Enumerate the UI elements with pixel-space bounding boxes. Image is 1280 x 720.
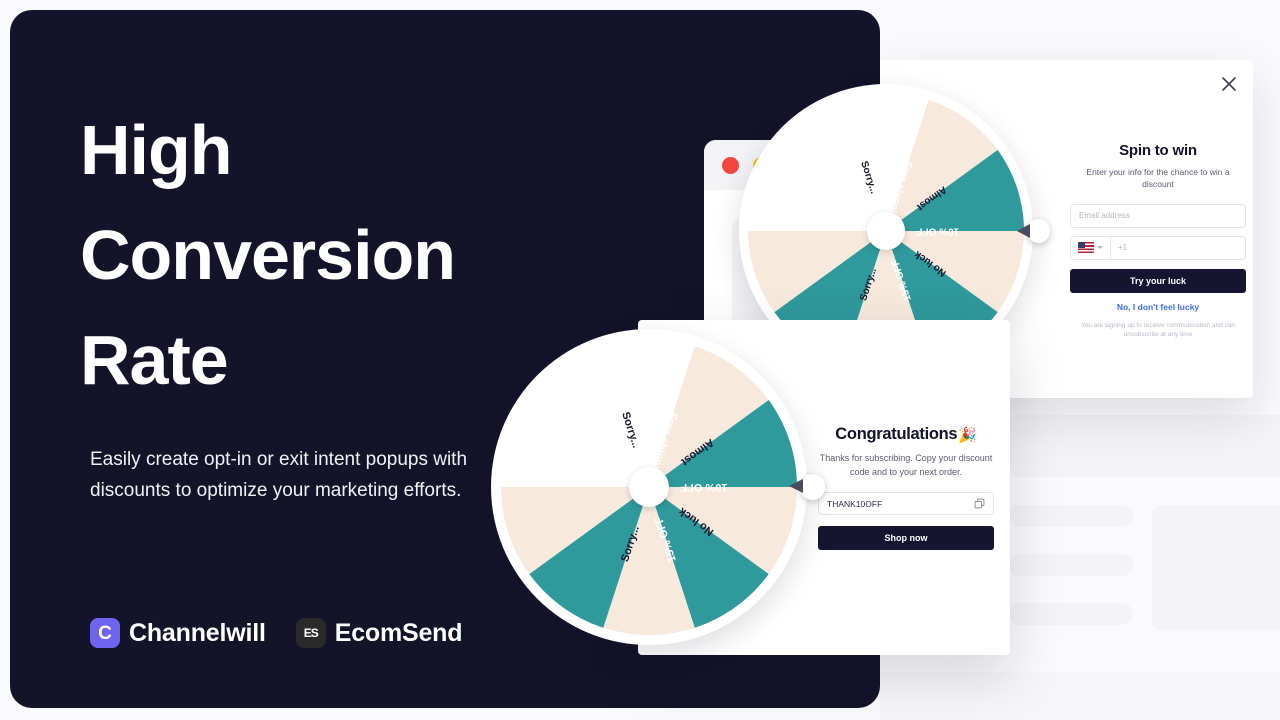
ecomsend-logo-icon: ES bbox=[295, 618, 326, 648]
channelwill-label: Channelwill bbox=[129, 618, 266, 647]
headline-line-1: High bbox=[80, 111, 233, 189]
skeleton-block-footer bbox=[880, 672, 1280, 720]
wheel-segment-label: Sorry... bbox=[619, 410, 642, 450]
email-field[interactable]: Email address bbox=[1070, 203, 1246, 228]
wheel-pointer-arrow bbox=[789, 479, 804, 494]
wheel-segment-label: Sorry... bbox=[858, 159, 880, 196]
chevron-down-icon bbox=[1097, 246, 1103, 250]
try-your-luck-button[interactable]: Try your luck bbox=[1070, 268, 1246, 293]
skeleton-block-topstrip bbox=[1008, 415, 1280, 477]
discount-code-value: THANK10OFF bbox=[827, 498, 883, 509]
skeleton-block-panel bbox=[1152, 505, 1280, 630]
popup-disclaimer: You are signing up to receive communicat… bbox=[1080, 321, 1236, 339]
congrats-title: Congratulations 🎉 bbox=[818, 425, 994, 444]
ecomsend-label: EcomSend bbox=[334, 618, 463, 647]
decline-link[interactable]: No, I don't feel lucky bbox=[1070, 302, 1246, 312]
brand-logo-row: C Channelwill ES EcomSend bbox=[90, 618, 463, 648]
wheel-hub bbox=[629, 467, 669, 507]
wheel-pointer-knob bbox=[1026, 219, 1051, 243]
skeleton-block-bar bbox=[1008, 505, 1133, 527]
wheel-pointer-knob bbox=[800, 474, 826, 500]
us-flag-icon bbox=[1078, 242, 1094, 254]
brand-channelwill: C Channelwill bbox=[90, 618, 266, 648]
shop-now-button[interactable]: Shop now bbox=[818, 526, 994, 550]
headline-line-2: Conversion bbox=[80, 216, 456, 294]
discount-code-field[interactable]: THANK10OFF bbox=[818, 492, 994, 515]
congrats-popup-content: Congratulations 🎉 Thanks for subscribing… bbox=[818, 425, 994, 550]
wheel-pointer-arrow bbox=[1016, 223, 1030, 238]
spin-popup-title: Spin to win bbox=[1119, 142, 1197, 159]
skeleton-block-bar bbox=[1008, 554, 1133, 576]
phone-input[interactable]: +1 bbox=[1111, 237, 1245, 259]
skeleton-block-bar bbox=[1008, 603, 1133, 625]
brand-ecomsend: ES EcomSend bbox=[295, 618, 463, 648]
spin-popup-subtitle: Enter your info for the chance to win a … bbox=[1086, 167, 1230, 190]
country-code-selector[interactable] bbox=[1071, 236, 1111, 259]
wheel-hub bbox=[867, 212, 905, 250]
prize-wheel-front[interactable]: Sorry... Free shipping Almost 10% OFF No luc… bbox=[491, 329, 826, 645]
phone-field-group[interactable]: +1 bbox=[1070, 235, 1246, 260]
promo-graphic: High Conversion Rate Easily create opt-i… bbox=[0, 0, 1280, 720]
copy-icon[interactable] bbox=[974, 498, 985, 509]
party-popper-icon: 🎉 bbox=[958, 426, 977, 444]
hero-subcopy: Easily create opt-in or exit intent popu… bbox=[90, 449, 468, 502]
close-icon[interactable] bbox=[1219, 74, 1239, 94]
channelwill-logo-icon: C bbox=[90, 618, 120, 648]
spin-popup-content: Spin to win Enter your info for the chan… bbox=[1070, 142, 1246, 340]
congrats-title-text: Congratulations bbox=[835, 425, 958, 443]
congrats-subtitle: Thanks for subscribing. Copy your discou… bbox=[819, 453, 993, 477]
window-close-icon[interactable] bbox=[722, 156, 739, 174]
